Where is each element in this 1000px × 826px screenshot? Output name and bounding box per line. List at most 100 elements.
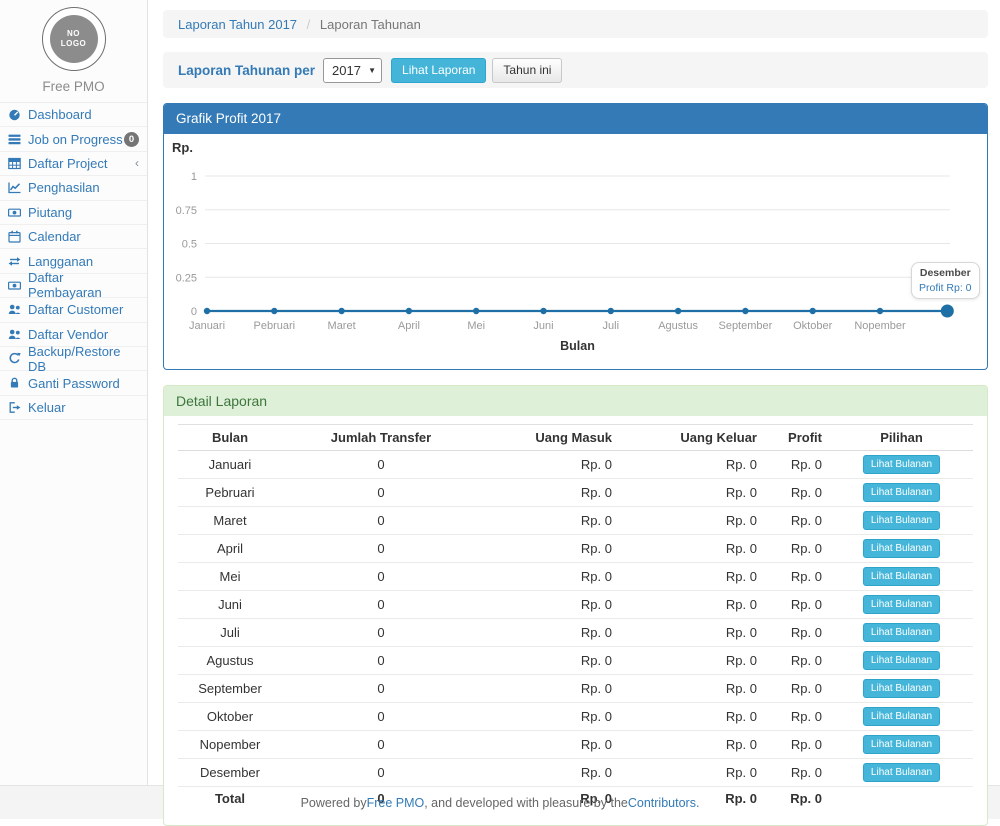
dashboard-icon [8,108,23,121]
cell-pilihan: Lihat Bulanan [830,591,973,619]
sidebar-item-label: Piutang [28,205,72,220]
cell-masuk: Rp. 0 [480,731,620,759]
cell-masuk: Rp. 0 [480,479,620,507]
column-header-uang-keluar: Uang Keluar [620,425,765,451]
detail-panel: Detail Laporan BulanJumlah TransferUang … [163,385,988,826]
tahun-ini-button[interactable]: Tahun ini [492,58,562,83]
cell-keluar: Rp. 0 [620,731,765,759]
data-point-januari[interactable] [204,308,210,314]
sidebar-item-keluar[interactable]: Keluar [0,396,147,420]
logo-gear-seal: NO LOGO [50,15,98,63]
sidebar-item-label: Daftar Pembayaran [28,270,139,300]
lihat-bulanan-button-oktober[interactable]: Lihat Bulanan [863,707,940,726]
cell-keluar: Rp. 0 [620,507,765,535]
table-row-maret: Maret0Rp. 0Rp. 0Rp. 0Lihat Bulanan [178,507,973,535]
data-point-april[interactable] [406,308,412,314]
footer-link-freepmo[interactable]: Free PMO [367,796,425,810]
logo-text-line2: LOGO [61,39,87,49]
sidebar-item-label: Langganan [28,254,93,269]
lock-icon [8,376,23,389]
sidebar-item-label: Job on Progress [28,132,123,147]
data-point-juli[interactable] [608,308,614,314]
filter-label: Laporan Tahunan per [178,63,315,78]
table-icon [8,157,21,170]
cell-bulan: Pebruari [178,479,282,507]
lihat-bulanan-button-juni[interactable]: Lihat Bulanan [863,595,940,614]
cell-jumlah: 0 [282,591,480,619]
breadcrumb-separator: / [307,17,311,32]
lihat-bulanan-button-nopember[interactable]: Lihat Bulanan [863,735,940,754]
data-point-desember[interactable] [941,305,954,318]
cell-jumlah: 0 [282,703,480,731]
data-point-pebruari[interactable] [271,308,277,314]
cell-jumlah: 0 [282,675,480,703]
sidebar-item-backup-restore-db[interactable]: Backup/Restore DB [0,347,147,371]
cell-jumlah: 0 [282,479,480,507]
x-tick-label: Oktober [793,320,832,332]
lock-icon [8,376,21,389]
data-point-juni[interactable] [540,308,546,314]
sidebar-menu: DashboardJob on Progress0Daftar Project‹… [0,103,147,420]
cell-bulan: Nopember [178,731,282,759]
lihat-bulanan-button-desember[interactable]: Lihat Bulanan [863,763,940,782]
data-point-agustus[interactable] [675,308,681,314]
sidebar-item-penghasilan[interactable]: Penghasilan [0,176,147,200]
cell-profit: Rp. 0 [765,619,830,647]
cell-jumlah: 0 [282,451,480,479]
lihat-laporan-button[interactable]: Lihat Laporan [391,58,486,83]
chevron-left-icon: ‹ [135,157,139,169]
lihat-bulanan-button-april[interactable]: Lihat Bulanan [863,539,940,558]
year-select[interactable]: 2017 [323,58,382,83]
data-point-oktober[interactable] [810,308,816,314]
main-content: Laporan Tahun 2017 / Laporan Tahunan Lap… [148,0,1000,785]
cell-profit: Rp. 0 [765,703,830,731]
sidebar-item-ganti-password[interactable]: Ganti Password [0,371,147,395]
cell-jumlah: 0 [282,563,480,591]
lihat-bulanan-button-pebruari[interactable]: Lihat Bulanan [863,483,940,502]
table-row-september: September0Rp. 0Rp. 0Rp. 0Lihat Bulanan [178,675,973,703]
data-point-maret[interactable] [338,308,344,314]
lihat-bulanan-button-maret[interactable]: Lihat Bulanan [863,511,940,530]
lihat-bulanan-button-september[interactable]: Lihat Bulanan [863,679,940,698]
chart-tooltip: Desember Profit Rp: 0 [911,262,980,299]
footer-text-prefix: Powered by [301,796,367,810]
sidebar-item-label: Backup/Restore DB [28,344,139,374]
sidebar-item-job-on-progress[interactable]: Job on Progress0 [0,127,147,151]
cell-masuk: Rp. 0 [480,591,620,619]
cell-keluar: Rp. 0 [620,759,765,787]
sidebar-item-calendar[interactable]: Calendar [0,225,147,249]
y-tick-label: 0.75 [176,205,197,217]
sidebar-item-dashboard[interactable]: Dashboard [0,103,147,127]
cell-pilihan: Lihat Bulanan [830,703,973,731]
sidebar-item-daftar-pembayaran[interactable]: Daftar Pembayaran [0,274,147,298]
cell-masuk: Rp. 0 [480,759,620,787]
cell-jumlah: 0 [282,731,480,759]
sidebar-item-piutang[interactable]: Piutang [0,201,147,225]
x-tick-label: Maret [328,320,356,332]
no-logo-image: NO LOGO [42,7,106,71]
breadcrumb-link-laporan-tahun[interactable]: Laporan Tahun 2017 [178,17,297,32]
column-header-uang-masuk: Uang Masuk [480,425,620,451]
y-tick-label: 0 [191,306,197,318]
cell-masuk: Rp. 0 [480,619,620,647]
sidebar-item-daftar-project[interactable]: Daftar Project‹ [0,152,147,176]
column-header-jumlah-transfer: Jumlah Transfer [282,425,480,451]
footer-link-contributors[interactable]: Contributors. [628,796,700,810]
users-icon [8,328,21,341]
data-point-september[interactable] [742,308,748,314]
cell-bulan: Agustus [178,647,282,675]
lihat-bulanan-button-juli[interactable]: Lihat Bulanan [863,623,940,642]
x-tick-label: Agustus [658,320,698,332]
data-point-nopember[interactable] [877,308,883,314]
chart-panel: Grafik Profit 2017 00.250.50.751Rp.Janua… [163,103,988,370]
table-row-desember: Desember0Rp. 0Rp. 0Rp. 0Lihat Bulanan [178,759,973,787]
cell-pilihan: Lihat Bulanan [830,563,973,591]
lihat-bulanan-button-agustus[interactable]: Lihat Bulanan [863,651,940,670]
sidebar-item-label: Calendar [28,229,81,244]
data-point-mei[interactable] [473,308,479,314]
sidebar: NO LOGO Free PMO DashboardJob on Progres… [0,0,148,785]
lihat-bulanan-button-mei[interactable]: Lihat Bulanan [863,567,940,586]
sidebar-item-daftar-customer[interactable]: Daftar Customer [0,298,147,322]
footer-text-middle: , and developed with pleasure by the [424,796,628,810]
lihat-bulanan-button-januari[interactable]: Lihat Bulanan [863,455,940,474]
